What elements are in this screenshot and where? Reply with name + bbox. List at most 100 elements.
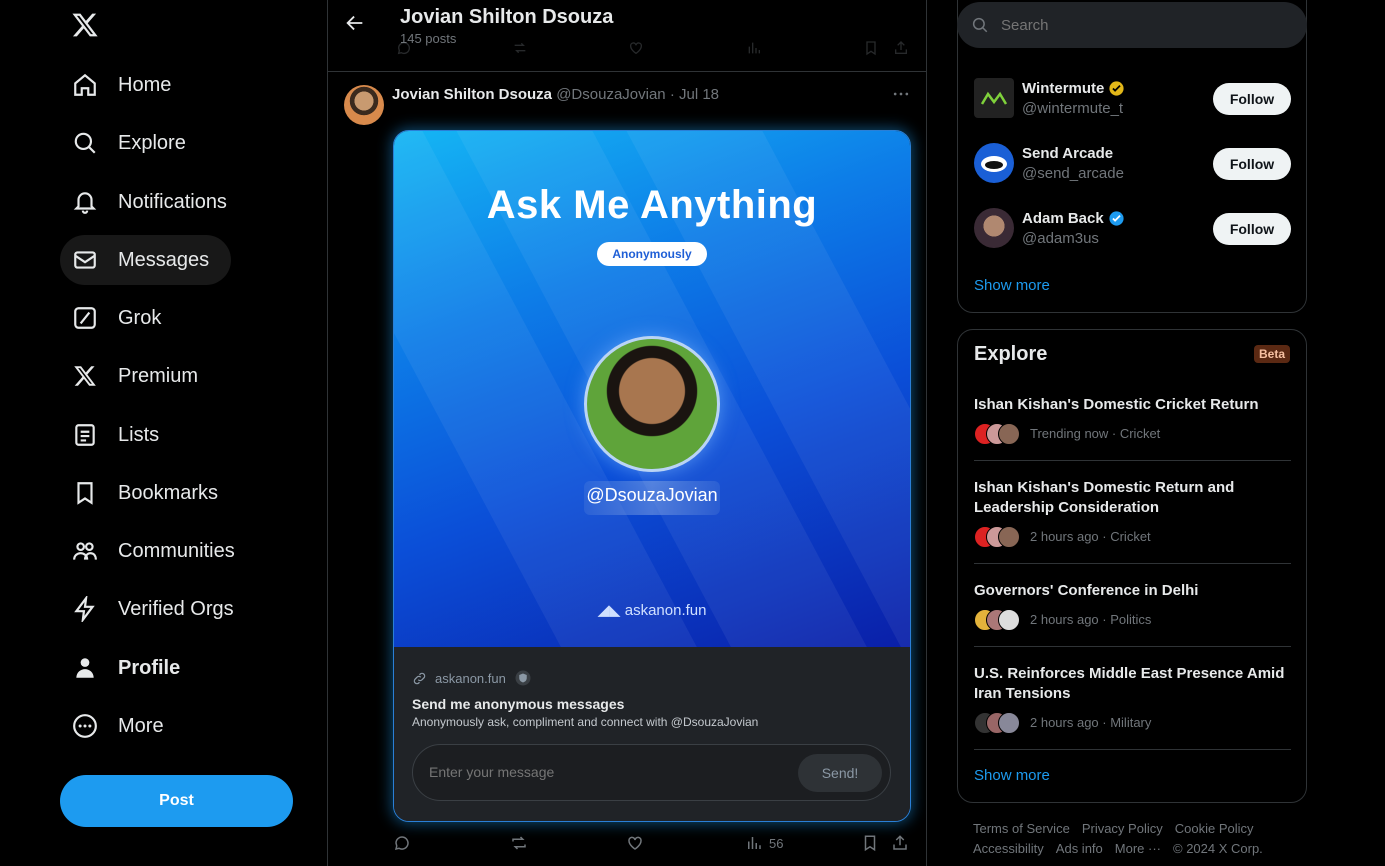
trend-meta: Trending now · Cricket [974, 423, 1291, 445]
trend-item[interactable]: U.S. Reinforces Middle East Presence Ami… [974, 664, 1291, 734]
tweet-date[interactable]: · Jul 18 [670, 86, 719, 103]
nav-messages[interactable]: Messages [60, 235, 232, 285]
back-arrow-icon[interactable] [344, 12, 368, 36]
name-text: Send Arcade [1022, 145, 1114, 162]
footer-link[interactable]: Cookie Policy [1175, 821, 1254, 836]
avatar[interactable] [974, 78, 1014, 118]
nav-label: More [118, 714, 164, 737]
gold-verified-icon [1109, 81, 1124, 96]
card-image[interactable]: Ask Me Anything Anonymously @DsouzaJovia… [394, 131, 910, 647]
suggestion-name[interactable]: Send Arcade [1022, 145, 1113, 162]
trend-headline: Ishan Kishan's Domestic Return and Leade… [974, 479, 1235, 516]
home-icon [72, 72, 98, 98]
show-more-link[interactable]: Show more [974, 277, 1050, 294]
footer-link[interactable]: More ··· [1115, 841, 1161, 856]
beta-badge: Beta [1253, 345, 1290, 363]
message-form: Send! [412, 744, 891, 801]
nav-label: Messages [118, 248, 210, 271]
follow-suggestion[interactable]: Adam Back @adam3us Follow [974, 208, 1291, 258]
footer-link[interactable]: Privacy Policy [1082, 821, 1163, 836]
nav-verified-orgs[interactable]: Verified Orgs [60, 584, 256, 634]
profile-header-bar: Jovian Shilton Dsouza 145 posts [328, 0, 926, 72]
shield-icon [515, 670, 531, 686]
x-logo-icon[interactable] [70, 11, 102, 43]
nav-label: Notifications [118, 190, 227, 213]
explore-panel: Explore Beta Ishan Kishan's Domestic Cri… [957, 329, 1307, 803]
main-timeline: Jovian Shilton Dsouza 145 posts Jovian S… [327, 0, 927, 866]
suggestion-name[interactable]: Wintermute [1022, 80, 1125, 97]
link-card[interactable]: Ask Me Anything Anonymously @DsouzaJovia… [393, 130, 911, 822]
post-button[interactable]: Post [60, 775, 293, 827]
share-button[interactable] [891, 834, 909, 852]
trend-headline: Governors' Conference in Delhi [974, 582, 1199, 599]
mail-icon [72, 247, 98, 273]
search-icon [72, 130, 98, 156]
nav-communities[interactable]: Communities [60, 526, 257, 576]
suggestion-handle: @adam3us [1022, 230, 1099, 247]
follow-suggestion[interactable]: Send Arcade @send_arcade Follow [974, 143, 1291, 193]
send-button[interactable]: Send! [798, 754, 882, 792]
nav-home[interactable]: Home [60, 60, 193, 110]
person-icon [72, 655, 98, 681]
like-button[interactable] [626, 834, 644, 852]
nav-lists[interactable]: Lists [60, 410, 181, 460]
nav-notifications[interactable]: Notifications [60, 177, 249, 227]
nav-label: Bookmarks [118, 481, 219, 504]
trend-meta: 2 hours ago · Politics [974, 609, 1291, 631]
nav-label: Home [118, 73, 172, 96]
search-bar[interactable] [957, 2, 1307, 48]
right-sidebar: Wintermute @wintermute_t Follow Send Arc… [957, 0, 1307, 866]
avatar[interactable] [974, 208, 1014, 248]
nav-label: Lists [118, 423, 160, 446]
views-button[interactable]: 56 [745, 834, 783, 852]
card-footer: askanon.fun Send me anonymous messages A… [394, 647, 910, 821]
avatar [998, 609, 1020, 631]
nav-bookmarks[interactable]: Bookmarks [60, 468, 240, 518]
nav-explore[interactable]: Explore [60, 118, 208, 168]
x-logo-icon [72, 363, 98, 389]
card-title: Send me anonymous messages [412, 696, 625, 712]
avatar[interactable] [974, 143, 1014, 183]
author-name[interactable]: Jovian Shilton Dsouza [392, 86, 552, 103]
follow-button[interactable]: Follow [1213, 213, 1291, 245]
trend-item[interactable]: Ishan Kishan's Domestic Cricket Return T… [974, 395, 1291, 445]
explore-title: Explore [974, 343, 1048, 365]
more-horizontal-icon[interactable] [891, 84, 911, 104]
suggestion-name[interactable]: Adam Back [1022, 210, 1125, 227]
nav-label: Profile [118, 656, 181, 679]
footer-link[interactable]: Ads info [1056, 841, 1103, 856]
footer-link[interactable]: Accessibility [973, 841, 1044, 856]
follow-button[interactable]: Follow [1213, 148, 1291, 180]
show-more-link[interactable]: Show more [974, 767, 1050, 784]
avatar[interactable] [344, 85, 384, 125]
brand-label: askanon.fun [624, 602, 707, 619]
trend-item[interactable]: Governors' Conference in Delhi 2 hours a… [974, 581, 1291, 631]
nav-grok[interactable]: Grok [60, 293, 183, 343]
search-icon [972, 17, 988, 33]
trend-headline: Ishan Kishan's Domestic Cricket Return [974, 396, 1259, 413]
post-count: 145 posts [400, 31, 457, 46]
nav-more[interactable]: More [60, 701, 186, 751]
follow-suggestion[interactable]: Wintermute @wintermute_t Follow [974, 78, 1291, 128]
footer-link[interactable]: Terms of Service [973, 821, 1070, 836]
message-input[interactable] [429, 764, 789, 780]
trend-meta: 2 hours ago · Cricket [974, 526, 1291, 548]
trend-item[interactable]: Ishan Kishan's Domestic Return and Leade… [974, 478, 1291, 548]
trend-headline: U.S. Reinforces Middle East Presence Ami… [974, 665, 1285, 702]
nav-profile[interactable]: Profile [60, 643, 202, 693]
card-domain[interactable]: askanon.fun [412, 669, 532, 687]
reply-button[interactable] [393, 834, 411, 852]
domain-label: askanon.fun [435, 670, 506, 686]
brand-logo-icon: ◢◣ [597, 602, 625, 619]
follow-button[interactable]: Follow [1213, 83, 1291, 115]
avatar [998, 423, 1020, 445]
nav-premium[interactable]: Premium [60, 351, 220, 401]
search-input[interactable] [1001, 16, 1281, 34]
repost-icon [514, 42, 526, 54]
repost-button[interactable] [510, 834, 528, 852]
more-circle-icon [72, 713, 98, 739]
profile-name: Jovian Shilton Dsouza [400, 6, 614, 28]
author-handle[interactable]: @DsouzaJovian [556, 86, 665, 103]
bookmark-button[interactable] [861, 834, 879, 852]
link-icon [413, 672, 426, 684]
